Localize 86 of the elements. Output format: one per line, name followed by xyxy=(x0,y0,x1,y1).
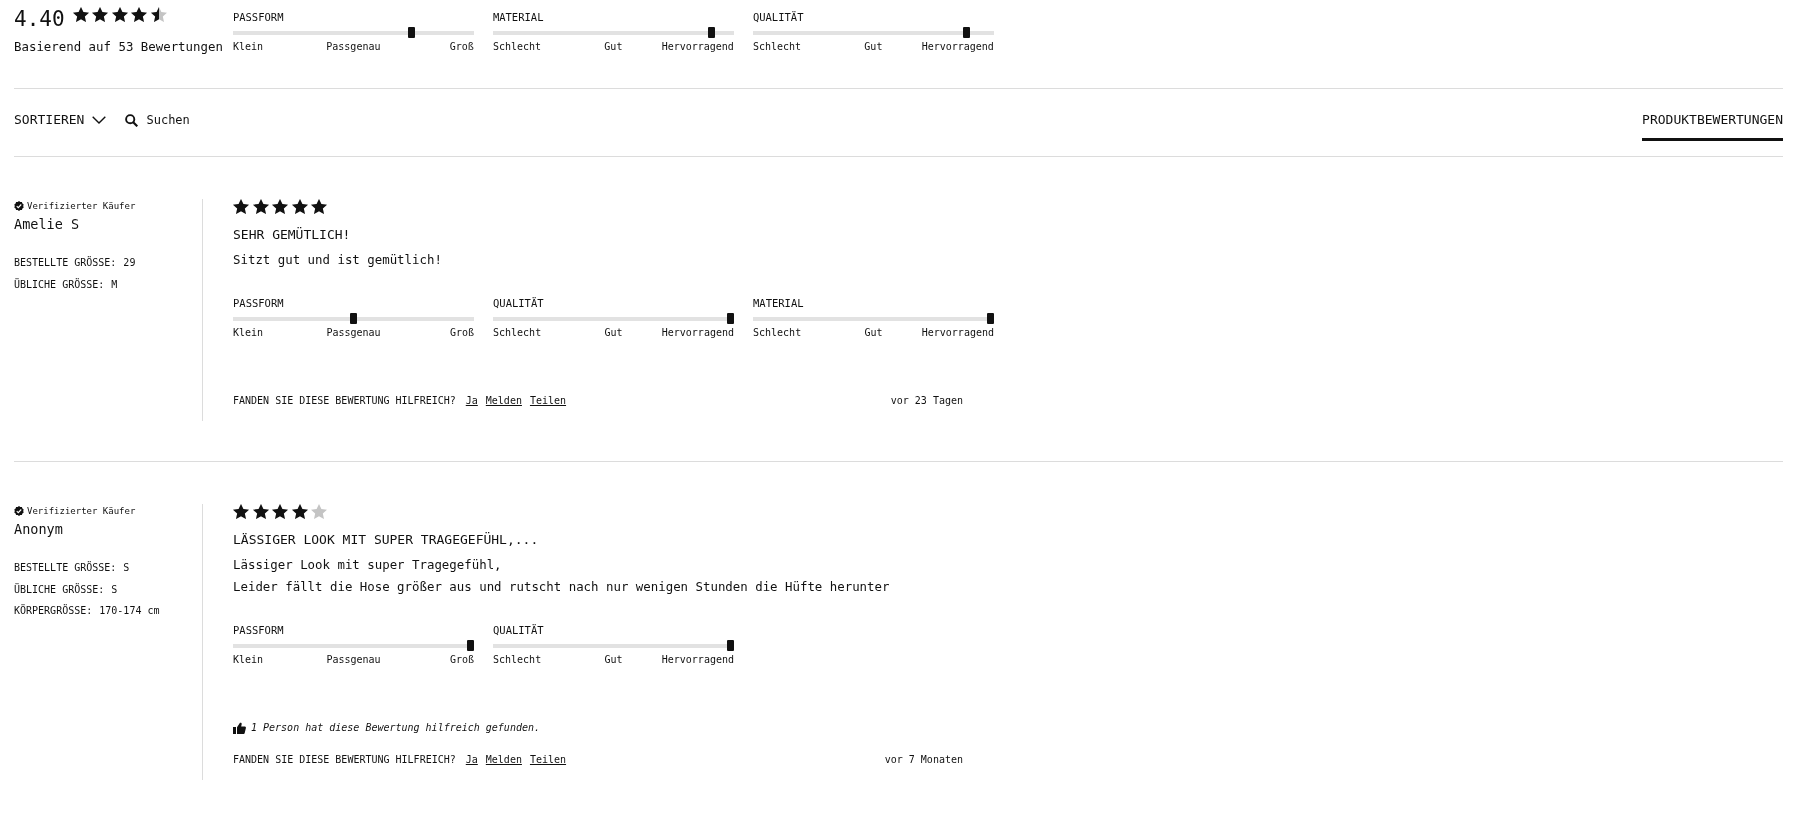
review-text: Sitzt gut und ist gemütlich! xyxy=(233,251,442,270)
review-title: SEHR GEMÜTLICH! xyxy=(233,226,351,245)
star-icon xyxy=(233,199,249,215)
scale-label: Gut xyxy=(604,327,623,340)
scale-label: Gut xyxy=(864,41,883,53)
attribute-value: 170-174 cm xyxy=(99,604,160,619)
empty-star-icon xyxy=(311,504,327,520)
slider-label: PASSFORM xyxy=(233,296,285,311)
scale-label: Schlecht xyxy=(493,327,542,340)
helpful-question: FANDEN SIE DIESE BEWERTUNG HILFREICH? xyxy=(233,394,456,409)
slider-label: MATERIAL xyxy=(492,10,545,24)
star-icon xyxy=(131,7,148,23)
attribute-label: BESTELLTE GRÖSSE: xyxy=(14,560,117,576)
star-icon xyxy=(272,504,288,520)
slider-label: QUALITÄT xyxy=(493,296,545,311)
scale-label: Hervorragend xyxy=(661,41,734,53)
scale-label: Hervorragend xyxy=(921,327,994,340)
slider-label: PASSFORM xyxy=(232,10,285,24)
verified-buyer-label: Verifizierter Käufer xyxy=(27,200,136,212)
slider-label: QUALITÄT xyxy=(493,623,545,638)
review-count: Basierend auf 53 Bewertungen xyxy=(14,39,223,55)
check-circle-icon xyxy=(14,201,24,211)
verified-buyer-label: Verifizierter Käufer xyxy=(27,505,136,518)
slider-label: QUALITÄT xyxy=(752,10,805,24)
attribute-value: 29 xyxy=(123,256,136,270)
attribute-label: ÜBLICHE GRÖSSE: xyxy=(14,277,105,292)
feedback-link[interactable]: Teilen xyxy=(529,753,567,768)
reviewer-name: Amelie S xyxy=(14,215,81,233)
helpful-question: FANDEN SIE DIESE BEWERTUNG HILFREICH? xyxy=(233,753,456,768)
attribute-label: BESTELLTE GRÖSSE: xyxy=(14,255,117,270)
feedback-link[interactable]: Melden xyxy=(485,394,522,409)
scale-label: Schlecht xyxy=(493,654,542,667)
star-icon xyxy=(92,7,109,23)
scale-label: Hervorragend xyxy=(661,654,734,667)
reviewer-name: Anonym xyxy=(14,520,64,539)
feedback-link[interactable]: Teilen xyxy=(529,394,567,409)
slider-label: MATERIAL xyxy=(753,296,805,311)
scale-label: Passgenau xyxy=(326,41,381,53)
scale-label: Gut xyxy=(604,654,623,667)
average-rating: 4.40 xyxy=(14,7,65,31)
scale-label: Klein xyxy=(233,654,264,667)
scale-label: Schlecht xyxy=(753,327,802,340)
check-circle-icon xyxy=(14,506,24,517)
attribute-value: S xyxy=(111,582,118,597)
scale-label: Groß xyxy=(449,327,474,340)
star-icon xyxy=(252,504,269,520)
scale-label: Groß xyxy=(449,654,474,667)
search-icon xyxy=(125,113,139,127)
star-icon xyxy=(111,7,128,23)
star-icon xyxy=(272,199,288,215)
review-date: vor 7 Monaten xyxy=(884,753,963,768)
scale-label: Klein xyxy=(233,327,264,340)
star-icon xyxy=(252,199,269,215)
attribute-value: S xyxy=(123,561,130,576)
review-title: LÄSSIGER LOOK MIT SUPER TRAGEGEFÜHL,... xyxy=(233,531,539,550)
feedback-link[interactable]: Ja xyxy=(465,394,478,409)
scale-label: Schlecht xyxy=(492,41,542,53)
star-icon xyxy=(233,504,249,520)
review-text: Lässiger Look mit super Tragegefühl, Leider fällt die Hose größer aus und rutscht nach nur wenigen Stunden die Hüfte herunter xyxy=(233,556,890,597)
scale-label: Passgenau xyxy=(326,654,381,667)
attribute-value: M xyxy=(111,277,118,292)
scale-label: Hervorragend xyxy=(921,41,994,53)
scale-label: Gut xyxy=(604,41,623,53)
star-icon xyxy=(291,504,308,520)
search-button[interactable]: Suchen xyxy=(125,112,190,128)
review-date: vor 23 Tagen xyxy=(890,394,963,409)
helpful-count-text: 1 Person hat diese Bewertung hilfreich gefunden. xyxy=(251,721,540,736)
scale-label: Klein xyxy=(232,41,263,53)
star-icon xyxy=(291,199,308,215)
star-icon xyxy=(311,199,327,215)
scale-label: Groß xyxy=(449,41,474,53)
half-star-icon xyxy=(150,7,167,23)
scale-label: Gut xyxy=(864,327,883,340)
feedback-link[interactable]: Melden xyxy=(485,753,522,768)
feedback-link[interactable]: Ja xyxy=(465,753,478,768)
slider-label: PASSFORM xyxy=(233,623,285,638)
tab[interactable]: PRODUKTBEWERTUNGEN xyxy=(1642,112,1783,141)
sort-button[interactable]: SORTIEREN xyxy=(14,112,107,128)
scale-label: Hervorragend xyxy=(661,327,734,340)
scale-label: Schlecht xyxy=(752,41,802,53)
chevron-down-icon xyxy=(92,116,107,124)
scale-label: Passgenau xyxy=(326,327,381,340)
star-icon xyxy=(72,7,89,23)
attribute-label: ÜBLICHE GRÖSSE: xyxy=(14,582,105,597)
thumbs-up-icon xyxy=(233,722,246,735)
attribute-label: KÖRPERGRÖSSE: xyxy=(14,603,93,619)
